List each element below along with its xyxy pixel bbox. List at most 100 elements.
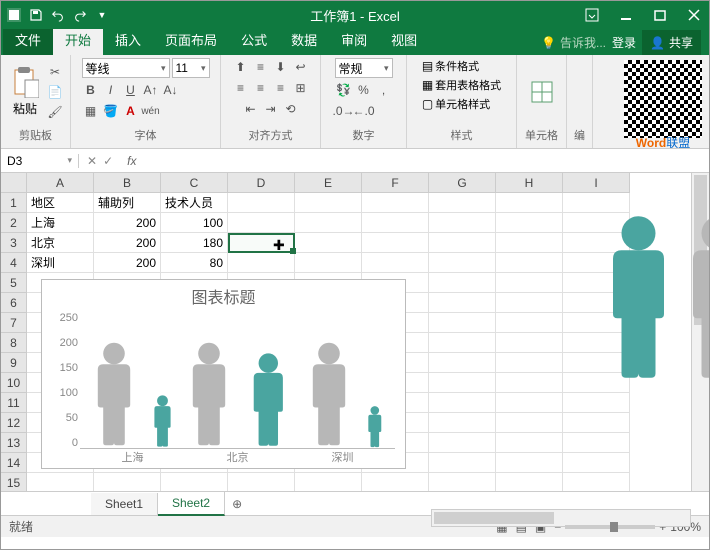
border-icon[interactable]: ▦ [82,102,100,120]
row-head-13[interactable]: 13 [1,433,27,453]
col-head-D[interactable]: D [228,173,295,193]
fx-icon[interactable]: fx [121,154,142,168]
cell[interactable] [563,433,630,453]
percent-icon[interactable]: % [355,81,373,99]
paste-button[interactable]: 粘贴 [7,64,43,119]
row-head-5[interactable]: 5 [1,273,27,293]
orientation-icon[interactable]: ⟲ [282,100,300,118]
underline-button[interactable]: U [122,81,140,99]
font-name-combo[interactable]: 等线▾ [82,58,170,78]
cell[interactable] [429,413,496,433]
cell[interactable]: 200 [94,213,161,233]
cell[interactable] [429,313,496,333]
phonetic-icon[interactable]: wén [142,102,160,120]
decrease-decimal-icon[interactable]: ←.0 [355,102,373,120]
copy-icon[interactable]: 📄 [46,83,64,101]
col-head-C[interactable]: C [161,173,228,193]
cell[interactable] [496,273,563,293]
cell[interactable] [496,353,563,373]
merge-icon[interactable]: ⊞ [292,79,310,97]
cell[interactable] [496,433,563,453]
cell[interactable] [362,233,429,253]
col-head-F[interactable]: F [362,173,429,193]
align-top-icon[interactable]: ⬆ [232,58,250,76]
add-sheet-button[interactable]: ⊕ [225,497,249,511]
row-head-9[interactable]: 9 [1,353,27,373]
col-head-B[interactable]: B [94,173,161,193]
cell[interactable] [295,213,362,233]
row-head-14[interactable]: 14 [1,453,27,473]
ribbon-options-icon[interactable] [577,1,607,29]
cell[interactable] [228,253,295,273]
cell[interactable] [94,473,161,491]
cells-button[interactable] [526,76,558,108]
cell[interactable] [496,213,563,233]
maximize-button[interactable] [645,1,675,29]
cell[interactable] [496,373,563,393]
cell[interactable]: 深圳 [27,253,94,273]
cell[interactable]: 180 [161,233,228,253]
col-head-I[interactable]: I [563,173,630,193]
row-head-3[interactable]: 3 [1,233,27,253]
indent-decrease-icon[interactable]: ⇤ [242,100,260,118]
cell[interactable] [295,233,362,253]
col-head-E[interactable]: E [295,173,362,193]
conditional-format-button[interactable]: ▤条件格式 [422,58,479,74]
cell[interactable] [496,233,563,253]
cell[interactable] [228,213,295,233]
font-size-combo[interactable]: 11▾ [172,58,210,78]
select-all-corner[interactable] [1,173,27,193]
name-box[interactable]: D3▾ [1,154,79,168]
table-format-button[interactable]: ▦套用表格格式 [422,77,501,93]
row-head-4[interactable]: 4 [1,253,27,273]
undo-icon[interactable] [51,8,65,22]
save-icon[interactable] [29,8,43,22]
number-format-combo[interactable]: 常规▾ [335,58,393,78]
cell[interactable] [228,233,295,253]
increase-decimal-icon[interactable]: .0→ [335,102,353,120]
cell[interactable] [563,413,630,433]
bold-button[interactable]: B [82,81,100,99]
align-right-icon[interactable]: ≡ [272,79,290,97]
cell[interactable] [362,253,429,273]
row-head-12[interactable]: 12 [1,413,27,433]
share-button[interactable]: 👤共享 [642,30,701,55]
row-head-6[interactable]: 6 [1,293,27,313]
cell[interactable] [563,473,630,491]
cell[interactable] [295,253,362,273]
row-head-15[interactable]: 15 [1,473,27,491]
row-head-8[interactable]: 8 [1,333,27,353]
sheet-tab-2[interactable]: Sheet2 [158,492,225,516]
col-head-H[interactable]: H [496,173,563,193]
cell[interactable] [563,453,630,473]
cell[interactable]: 200 [94,253,161,273]
cell[interactable] [429,273,496,293]
cell[interactable] [496,313,563,333]
cell[interactable] [496,333,563,353]
italic-button[interactable]: I [102,81,120,99]
indent-increase-icon[interactable]: ⇥ [262,100,280,118]
align-center-icon[interactable]: ≡ [252,79,270,97]
format-painter-icon[interactable]: 🖌 [46,103,64,121]
align-left-icon[interactable]: ≡ [232,79,250,97]
cell[interactable] [429,433,496,453]
cell-style-button[interactable]: ▢单元格样式 [422,96,490,112]
row-head-1[interactable]: 1 [1,193,27,213]
cell[interactable] [429,193,496,213]
grow-font-icon[interactable]: A↑ [142,81,160,99]
cell[interactable] [496,253,563,273]
shrink-font-icon[interactable]: A↓ [162,81,180,99]
redo-icon[interactable] [73,8,87,22]
row-head-7[interactable]: 7 [1,313,27,333]
cell[interactable] [496,393,563,413]
minimize-button[interactable] [611,1,641,29]
cell[interactable] [161,473,228,491]
cell[interactable]: 技术人员 [161,193,228,213]
cell[interactable]: 辅助列 [94,193,161,213]
row-head-2[interactable]: 2 [1,213,27,233]
cell[interactable] [295,473,362,491]
cell[interactable] [429,353,496,373]
shape-person-teal[interactable] [596,197,681,397]
col-head-G[interactable]: G [429,173,496,193]
row-head-10[interactable]: 10 [1,373,27,393]
